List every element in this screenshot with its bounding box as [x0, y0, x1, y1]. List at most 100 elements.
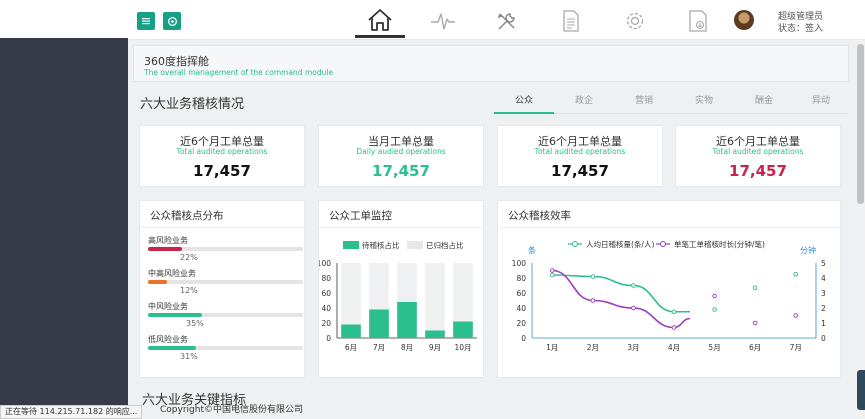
scrollbar-thumb[interactable] [857, 44, 864, 204]
y-tick-label: 60 [516, 289, 526, 298]
risk-bar [148, 313, 303, 317]
y-tick-label: 20 [516, 319, 526, 328]
stat-card: 近6个月工单总量 Total audited operations 17,457 [139, 125, 305, 187]
data-point [793, 272, 798, 277]
stat-value: 17,457 [551, 162, 609, 180]
x-tick-label: 10月 [454, 343, 471, 352]
document-icon [563, 10, 579, 32]
y-tick-label: 100 [512, 259, 527, 268]
legend-label: 人均日稽核量(条/人) [586, 239, 654, 249]
main-content: 360度指挥舱 The overall management of the co… [128, 40, 856, 419]
nav-settings[interactable] [610, 4, 660, 38]
tab-public[interactable]: 公众 [494, 94, 554, 114]
browser-status-bar: 正在等待 114.215.71.182 的响应... [0, 405, 143, 419]
tools-icon [497, 13, 515, 30]
y-tick-label: 100 [319, 259, 331, 268]
avatar[interactable] [734, 10, 754, 30]
data-bar [425, 330, 445, 338]
data-point [712, 293, 717, 299]
tab-government[interactable]: 政企 [554, 94, 614, 114]
tab-change[interactable]: 异动 [791, 94, 851, 114]
x-tick-label: 7月 [373, 343, 385, 352]
legend-swatch [407, 241, 423, 249]
y-tick-label: 80 [321, 274, 331, 283]
legend-marker [572, 241, 578, 247]
legend-swatch [343, 241, 359, 249]
copyright-text: Copyright©中国电信股份有限公司 [160, 405, 303, 415]
y2-tick-label: 5 [821, 259, 826, 268]
y-tick-label: 40 [516, 304, 526, 313]
nav-monitor[interactable] [418, 4, 468, 38]
nav-home[interactable] [355, 4, 405, 38]
risk-label: 中高风险业务 [148, 269, 196, 278]
target-icon [167, 16, 177, 26]
stat-subtitle: Daily audied operations [356, 147, 446, 156]
nav-tools[interactable] [482, 4, 532, 38]
y-tick-label: 20 [321, 319, 331, 328]
nav-document[interactable] [546, 4, 596, 38]
y-tick-label: 40 [321, 304, 331, 313]
data-point [793, 313, 798, 318]
stat-subtitle: Total audited operations [534, 147, 626, 156]
panel-title: 公众工单监控 [329, 210, 392, 222]
risk-percent: 35% [186, 319, 204, 328]
stat-card: 当月工单总量 Daily audied operations 17,457 [318, 125, 484, 187]
data-point [752, 320, 758, 326]
gear-icon [626, 12, 644, 30]
left-axis-unit: 条 [528, 245, 536, 255]
legend-label: 待稽核占比 [362, 240, 400, 250]
y2-tick-label: 1 [821, 319, 826, 328]
risk-percent: 12% [180, 286, 198, 295]
risk-bar [148, 346, 303, 350]
nav-download[interactable] [673, 4, 723, 38]
data-point [712, 307, 717, 312]
monitor-bar-chart: 待稽核占比 已归档占比 0 20 40 60 80 100 6月 7月 8月 9月 10月 [319, 240, 477, 352]
efficiency-line-chart: 人均日稽核量(条/人) 单笔工单稽核时长(分钟/笔)条 分钟020406080100… [512, 239, 826, 352]
user-status: 状态：签入 [778, 24, 824, 34]
risk-label: 中风险业务 [148, 302, 188, 311]
stat-card: 近6个月工单总量 Total audited operations 17,457 [497, 125, 663, 187]
tab-marketing[interactable]: 营销 [614, 94, 674, 114]
chat-widget[interactable] [857, 370, 865, 410]
y2-tick-label: 2 [821, 304, 826, 313]
x-tick-label: 3月 [627, 343, 639, 352]
x-tick-label: 6月 [345, 343, 357, 352]
risk-bar [148, 280, 303, 284]
legend-marker [660, 241, 666, 247]
menu-toggle-button[interactable] [137, 12, 155, 30]
settings-toggle-button[interactable] [163, 12, 181, 30]
y-tick-label: 80 [516, 274, 526, 283]
y2-tick-label: 3 [821, 289, 826, 298]
legend-label: 单笔工单稽核时长(分钟/笔) [674, 239, 765, 249]
risk-bar-fill [148, 346, 197, 350]
stat-value: 17,457 [193, 162, 251, 180]
data-point [590, 274, 596, 279]
risk-percent: 22% [180, 253, 198, 262]
x-tick-label: 8月 [401, 343, 413, 352]
download-doc-icon [689, 10, 707, 32]
legend-label: 已归档占比 [426, 240, 464, 250]
home-icon [368, 8, 392, 31]
risk-percent: 31% [180, 352, 198, 361]
risk-bar-fill [148, 247, 183, 251]
tab-physical[interactable]: 实物 [674, 94, 734, 114]
risk-bar-fill [148, 280, 167, 284]
x-tick-label: 9月 [429, 343, 441, 352]
efficiency-panel: 公众稽核效率 人均日稽核量(条/人) 单笔工单稽核时长(分钟/笔) 条分钟 0 20 40… [497, 200, 841, 378]
y-tick-label: 0 [326, 334, 331, 343]
tab-reward[interactable]: 酬金 [734, 94, 794, 114]
right-axis-unit: 分钟 [800, 245, 816, 255]
stat-card: 近6个月工单总量 Total audited operations 17,457 [675, 125, 841, 187]
y2-tick-label: 4 [821, 274, 826, 283]
data-point [752, 285, 758, 291]
panel-divider [140, 227, 304, 228]
data-point [631, 283, 636, 288]
stat-subtitle: Total audited operations [712, 147, 804, 156]
x-tick-label: 6月 [749, 343, 761, 352]
background-bar [425, 263, 445, 338]
pulse-icon [431, 13, 455, 30]
stat-subtitle: Total audited operations [176, 147, 268, 156]
data-point [671, 309, 677, 314]
x-tick-label: 7月 [790, 343, 802, 352]
section-title: 六大业务稽核情况 [140, 97, 245, 112]
